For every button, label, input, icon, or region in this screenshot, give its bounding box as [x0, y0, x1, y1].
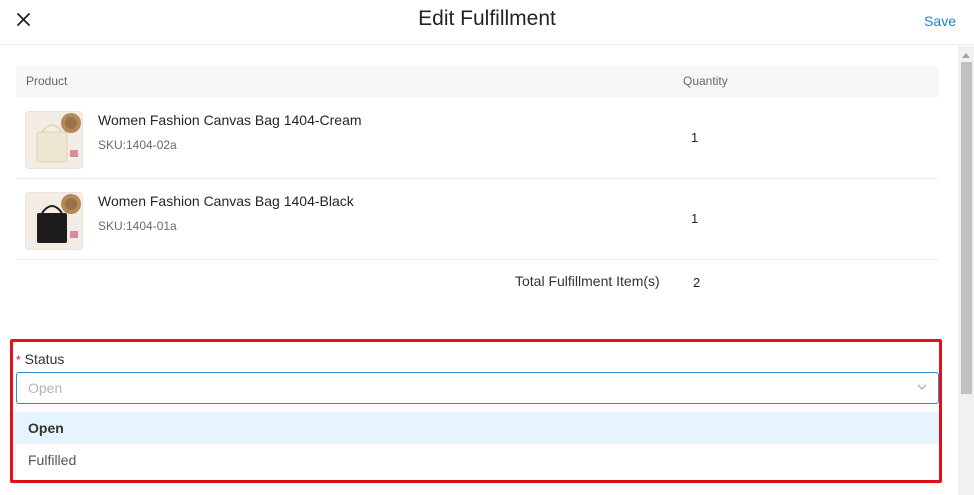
product-quantity: 1	[691, 130, 699, 145]
scrollbar-thumb[interactable]	[961, 62, 972, 394]
status-option-open[interactable]: Open	[16, 412, 939, 444]
product-name: Women Fashion Canvas Bag 1404-Black	[98, 193, 354, 209]
column-header-quantity: Quantity	[683, 74, 728, 88]
column-header-product: Product	[26, 74, 68, 88]
status-select[interactable]: Open	[16, 372, 939, 404]
table-header: Product Quantity	[16, 66, 939, 97]
canvas-bag-black-image	[26, 193, 82, 249]
save-button[interactable]: Save	[924, 13, 956, 29]
status-dropdown-menu: Open Fulfilled	[16, 407, 939, 480]
product-sku: SKU:1404-02a	[98, 138, 177, 152]
status-option-fulfilled[interactable]: Fulfilled	[16, 444, 939, 476]
chevron-down-icon	[917, 384, 927, 390]
canvas-bag-cream-image	[26, 112, 82, 168]
table-row: Women Fashion Canvas Bag 1404-Cream SKU:…	[16, 98, 939, 179]
product-thumbnail	[25, 192, 83, 250]
product-name: Women Fashion Canvas Bag 1404-Cream	[98, 112, 362, 128]
total-items-label: Total Fulfillment Item(s)	[515, 273, 660, 289]
status-label-text: Status	[24, 351, 65, 367]
status-label: * Status	[16, 351, 64, 367]
product-sku: SKU:1404-01a	[98, 219, 177, 233]
product-thumbnail	[25, 111, 83, 169]
status-select-value: Open	[28, 380, 63, 396]
total-items-value: 2	[693, 275, 701, 290]
modal-header: Edit Fulfillment Save	[0, 0, 974, 45]
page-title: Edit Fulfillment	[418, 7, 556, 30]
table-row: Women Fashion Canvas Bag 1404-Black SKU:…	[16, 179, 939, 260]
scroll-up-arrow-icon[interactable]	[962, 53, 970, 58]
required-asterisk: *	[16, 353, 21, 367]
product-quantity: 1	[691, 211, 699, 226]
